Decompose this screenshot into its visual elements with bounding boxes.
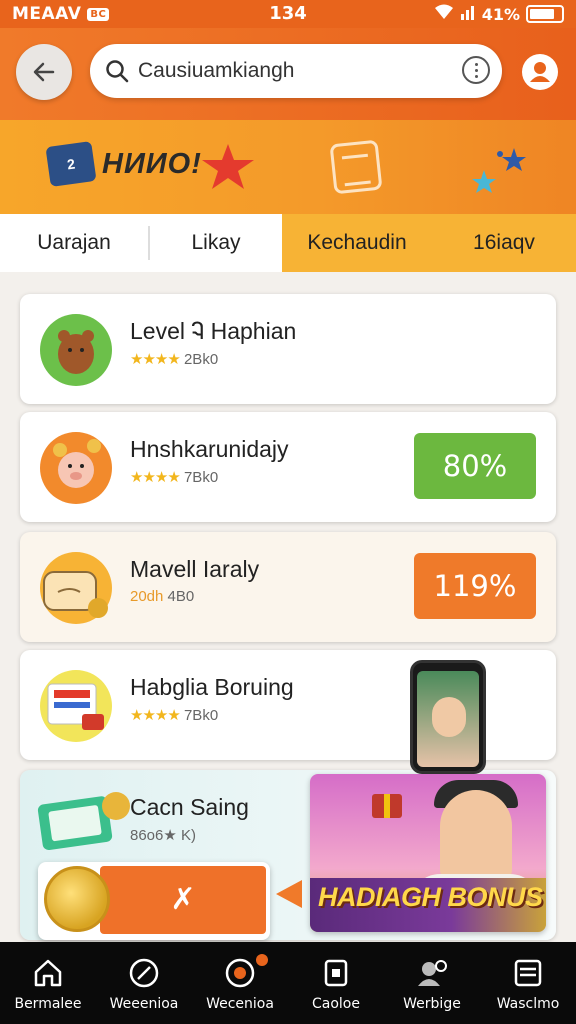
item-meta: ★★★★ 7Bk0 bbox=[130, 706, 218, 724]
logo-box: 2 bbox=[45, 140, 97, 188]
promo-banner[interactable]: 2 HИИO! bbox=[0, 120, 576, 214]
tab-kechaudin[interactable]: Kechaudin bbox=[282, 214, 432, 272]
card-icon bbox=[324, 959, 348, 987]
item-title: Habglia Boruing bbox=[130, 674, 294, 700]
percent-button[interactable]: 80% bbox=[414, 433, 536, 499]
ticket-bag-icon bbox=[47, 683, 104, 730]
person-photo bbox=[432, 697, 466, 737]
item-title: Hnshkarunidajy bbox=[130, 436, 289, 462]
signal-icon bbox=[460, 4, 476, 24]
item-meta: ★★★★ 2Bk0 bbox=[130, 350, 218, 368]
list-item[interactable]: Hnshkarunidajy ★★★★ 7Bk0 80% bbox=[20, 412, 556, 522]
nav-item-bermalee[interactable]: Bermalee bbox=[0, 942, 96, 1024]
nav-label: Werbige bbox=[403, 996, 461, 1012]
nav-label: Weeenioa bbox=[109, 996, 179, 1012]
avatar bbox=[40, 432, 112, 504]
tab-uarajan[interactable]: Uarajan bbox=[0, 226, 150, 260]
home-icon bbox=[34, 959, 62, 987]
bonus-banner[interactable]: HADIAGH BONUS bbox=[310, 774, 546, 932]
item-title: Mavell Iaraly bbox=[130, 556, 260, 582]
nav-item-wasclmo[interactable]: Wasclmo bbox=[480, 942, 576, 1024]
item-meta-text: 7Bk0 bbox=[183, 469, 219, 486]
item-meta-text: 7Bk0 bbox=[183, 707, 219, 724]
nav-label: Caoloe bbox=[312, 996, 360, 1012]
star-icon bbox=[202, 144, 254, 189]
item-meta-text: 4B0 bbox=[167, 588, 195, 605]
status-bar: MEAAV BC 134 41% bbox=[0, 0, 576, 28]
person-photo bbox=[440, 790, 512, 880]
gift-box-icon bbox=[372, 794, 402, 818]
avatar bbox=[40, 314, 112, 386]
coin-action-card: ✗ bbox=[38, 862, 270, 940]
wifi-icon bbox=[434, 4, 454, 24]
rating-stars: ★★★★ bbox=[130, 707, 181, 724]
gift-icon bbox=[329, 139, 383, 195]
battery-icon bbox=[526, 5, 564, 23]
bonus-title: HADIAGH BONUS bbox=[318, 882, 543, 912]
category-tabs: Uarajan Likay Kechaudin 16iaqv bbox=[0, 214, 576, 272]
nav-label: Bermalee bbox=[14, 996, 82, 1012]
battery-percent: 41% bbox=[481, 4, 520, 24]
coin-icon bbox=[44, 866, 110, 932]
nav-item-weeenioa[interactable]: Weeenioa bbox=[96, 942, 192, 1024]
item-meta-text: 2Bk0 bbox=[183, 351, 219, 368]
nav-item-caoloe[interactable]: Caoloe bbox=[288, 942, 384, 1024]
rating-stars: 20dh bbox=[130, 588, 164, 605]
item-meta: 86o6★ K) bbox=[130, 827, 196, 844]
nav-item-werbige[interactable]: Werbige bbox=[384, 942, 480, 1024]
bear-icon bbox=[58, 330, 94, 374]
banner-logo-text: HИИO! bbox=[102, 148, 202, 180]
video-promo[interactable] bbox=[410, 660, 486, 774]
cash-icon bbox=[37, 792, 130, 851]
user-search-icon bbox=[418, 960, 447, 986]
pig-icon bbox=[53, 439, 101, 488]
compass-icon bbox=[129, 958, 159, 988]
list-item[interactable]: Mavell Iaraly 20dh 4B0 119% bbox=[20, 532, 556, 642]
target-icon bbox=[225, 958, 255, 988]
notification-dot bbox=[256, 954, 268, 966]
bottom-navigation: Bermalee Weeenioa Wecenioa Caoloe Werbig… bbox=[0, 942, 576, 1024]
menu-icon bbox=[514, 959, 542, 987]
app-header: Causiuamkiangh bbox=[0, 28, 576, 120]
item-meta: 20dh 4B0 bbox=[130, 588, 194, 605]
rating-stars: ★★★★ bbox=[130, 469, 181, 486]
item-title: Cacn Saing bbox=[130, 794, 249, 820]
percent-button[interactable]: 119% bbox=[414, 553, 536, 619]
tab-16iaqv[interactable]: 16iaqv bbox=[432, 214, 576, 272]
search-bar[interactable]: Causiuamkiangh bbox=[90, 44, 502, 98]
avatar bbox=[40, 552, 112, 624]
more-options-icon[interactable] bbox=[462, 56, 490, 84]
status-icons: 41% bbox=[434, 4, 564, 24]
action-button[interactable]: ✗ bbox=[100, 866, 266, 934]
list-item[interactable]: Level Ꮈ Haphian ★★★★ 2Bk0 bbox=[20, 294, 556, 404]
sparkle-stars-icon bbox=[472, 148, 526, 193]
tab-likay[interactable]: Likay bbox=[150, 214, 282, 272]
cat-coin-icon bbox=[43, 571, 108, 618]
profile-button[interactable] bbox=[522, 54, 558, 90]
video-thumbnail bbox=[417, 671, 479, 767]
back-button[interactable] bbox=[16, 44, 72, 100]
avatar bbox=[40, 670, 112, 742]
nav-label: Wecenioa bbox=[206, 996, 274, 1012]
nav-item-wecenioa[interactable]: Wecenioa bbox=[192, 942, 288, 1024]
item-title: Level Ꮈ Haphian bbox=[130, 318, 297, 344]
rating-stars: ★★★★ bbox=[130, 351, 181, 368]
arrow-left-icon bbox=[33, 62, 55, 82]
search-icon bbox=[106, 60, 129, 83]
item-meta: ★★★★ 7Bk0 bbox=[130, 468, 218, 486]
nav-label: Wasclmo bbox=[496, 996, 560, 1012]
user-icon bbox=[530, 62, 550, 82]
search-input[interactable]: Causiuamkiangh bbox=[138, 59, 294, 83]
arrow-accent-icon bbox=[276, 880, 302, 908]
